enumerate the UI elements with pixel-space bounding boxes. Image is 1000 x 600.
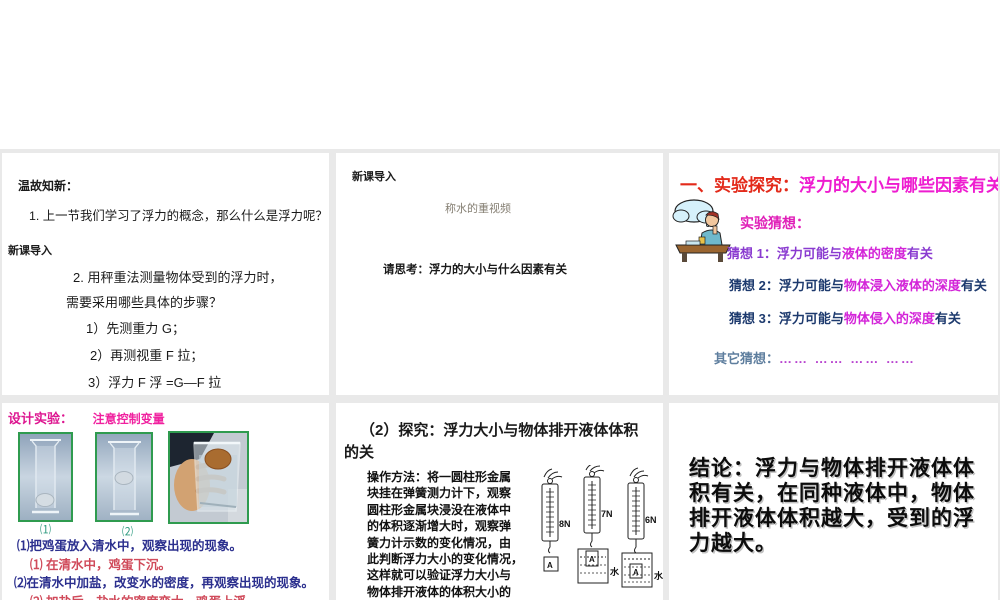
guess1-highlight: 液体的密度 (841, 246, 907, 261)
slide-5-volume-experiment[interactable]: （2）探究：浮力大小与物体排开液体体积 的关 操作方法：将一圆柱形金属 块挂在弹… (336, 403, 663, 600)
slide1-question1: 1. 上一节我们学习了浮力的概念，那么什么是浮力呢？ (29, 209, 328, 223)
guess2-post: 有关 (960, 278, 987, 293)
slide4-step1: ⑴把鸡蛋放入清水中，观察出现的现象。 (17, 539, 243, 553)
slide4-answer1: ⑴ 在清水中，鸡蛋下沉。 (30, 558, 171, 572)
figure1-label: ⑴ (40, 524, 51, 536)
slide1-question2-line1: 2. 用秤重法测量物体受到的浮力时， (73, 270, 283, 285)
conclusion-line: 排开液体体积越大，受到的浮 (689, 507, 975, 530)
slide3-title: 一、实验探究：浮力的大小与哪些因素有关？ (680, 175, 998, 196)
other-guesses-label: 其它猜想： (714, 351, 780, 366)
guess1-pre: 浮力可能与 (776, 246, 842, 261)
block-label-A: A (589, 555, 595, 564)
slide-2-lead-in[interactable]: 新课导入 称水的重视频 请思考：浮力的大小与什么因素有关 (336, 153, 663, 395)
slide5-title-line2: 的关 (344, 444, 375, 461)
guess-2: 猜想 2：浮力可能与物体浸入液体的深度有关 (729, 278, 987, 294)
conclusion-line: 积有关，在同种液体中，物体 (689, 482, 975, 505)
slide2-heading: 新课导入 (352, 171, 396, 183)
slide3-title-red: 一、实验探究： (680, 176, 799, 195)
conclusion-line: 结论：浮力与物体排开液体体 (689, 457, 975, 480)
other-guesses-dots: …… …… …… …… (779, 351, 916, 366)
procedure-line: 此判断浮力大小的变化情况， (367, 552, 524, 567)
slide-4-experiment-design[interactable]: 设计实验： 注意控制变量 ⑴ ⑵ ⑴把鸡蛋放入清水中，观察出现的现象。 ⑴ 在清… (2, 403, 329, 600)
other-guesses: 其它猜想：…… …… …… …… (714, 351, 916, 367)
slide-1-review[interactable]: 温故知新： 1. 上一节我们学习了浮力的概念，那么什么是浮力呢？ 新课导入 2.… (2, 153, 329, 395)
reading-8N: 8N (559, 519, 571, 529)
slide1-question2-line2: 需要采用哪些具体的步骤？ (66, 295, 223, 310)
guess-3: 猜想 3：浮力可能与物体侵入的深度有关 (729, 310, 971, 327)
guess2-label: 猜想 2： (729, 278, 779, 293)
conclusion-line: 力越大。 (689, 532, 777, 555)
procedure-line: 圆柱形金属块浸没在液体中 (367, 502, 512, 517)
guess1-label: 猜想 1： (727, 246, 777, 261)
photo-egg-suspended-cylinder (95, 432, 153, 522)
slide-3-hypotheses[interactable]: 一、实验探究：浮力的大小与哪些因素有关？ 实验猜想： 猜想 1：浮力可能与液体的… (669, 153, 998, 395)
slide1-subheading: 新课导入 (8, 245, 52, 257)
procedure-line: 簧力计示数的变化情况，由 (367, 535, 512, 550)
guess2-highlight: 物体浸入液体的深度 (843, 278, 961, 293)
water-label: 水 (654, 570, 663, 581)
guess3-highlight: 物体侵入的深度 (843, 311, 935, 326)
photo-egg-floats-saltwater (168, 431, 249, 524)
slide1-step-1: 1）先测重力 G； (86, 321, 185, 336)
video-placeholder[interactable]: 称水的重视频 (445, 203, 511, 217)
procedure-line: 块挂在弹簧测力计下，观察 (367, 486, 512, 501)
guess3-post: 有关 (934, 311, 961, 326)
guess3-label: 猜想 3： (729, 311, 779, 326)
block-label-A: A (547, 561, 553, 570)
procedure-line: 操作方法：将一圆柱形金属 (367, 470, 512, 484)
conclusion-text: 结论：浮力与物体排开液体体 积有关，在同种液体中，物体 排开液体体积越大，受到的… (689, 456, 975, 556)
water-label: 水 (610, 566, 620, 577)
spring-scale-diagram: 8N 7N 6N A A A 水 水 (541, 465, 663, 588)
slide-6-conclusion[interactable]: 结论：浮力与物体排开液体体 积有关，在同种液体中，物体 排开液体体积越大，受到的… (669, 403, 998, 600)
slide1-heading: 温故知新： (18, 179, 79, 193)
slide3-subtitle: 实验猜想： (740, 215, 810, 231)
procedure-line: 的体积逐渐增大时，观察弹 (367, 519, 512, 534)
slide4-heading: 设计实验： (8, 411, 74, 426)
guess3-pre: 浮力可能与 (778, 311, 844, 326)
slide1-step-3: 3）浮力 F 浮 =G—F 拉 (88, 375, 222, 390)
slide2-question: 请思考：浮力的大小与什么因素有关 (383, 264, 567, 276)
reading-6N: 6N (645, 515, 657, 525)
guess2-pre: 浮力可能与 (778, 278, 844, 293)
thinking-student-cartoon-icon (672, 199, 731, 262)
procedure-line: 这样就可以验证浮力大小与 (367, 568, 512, 583)
slide5-procedure-text: 操作方法：将一圆柱形金属 块挂在弹簧测力计下，观察 圆柱形金属块浸没在液体中 的… (367, 469, 523, 600)
slides-overview-page: 温故知新： 1. 上一节我们学习了浮力的概念，那么什么是浮力呢？ 新课导入 2.… (0, 0, 1000, 600)
slide4-heading-row: 设计实验： 注意控制变量 (8, 411, 165, 427)
guess-1: 猜想 1：浮力可能与液体的密度有关 (727, 246, 933, 262)
slide1-step-2: 2）再测视重 F 拉； (90, 348, 204, 363)
reading-7N: 7N (601, 509, 613, 519)
photo-egg-sinks-cylinder (18, 432, 73, 522)
slide3-title-pink: 浮力的大小与哪些因素有关？ (799, 176, 998, 195)
slide4-step2: ⑵在清水中加盐，改变水的密度，再观察出现的现象。 (14, 576, 315, 590)
guess1-post: 有关 (906, 246, 933, 261)
block-label-A: A (633, 568, 639, 577)
slide4-answer2-clipped: ⑵ 加盐后，盐水的密度变大，鸡蛋上浮。 (30, 595, 258, 600)
figure2-label: ⑵ (122, 526, 133, 538)
slide4-note: 注意控制变量 (92, 412, 165, 426)
procedure-line: 物体排开液体的体积大小的 (367, 584, 512, 599)
slide5-title-line1: （2）探究：浮力大小与物体排开液体体积 (360, 422, 639, 439)
